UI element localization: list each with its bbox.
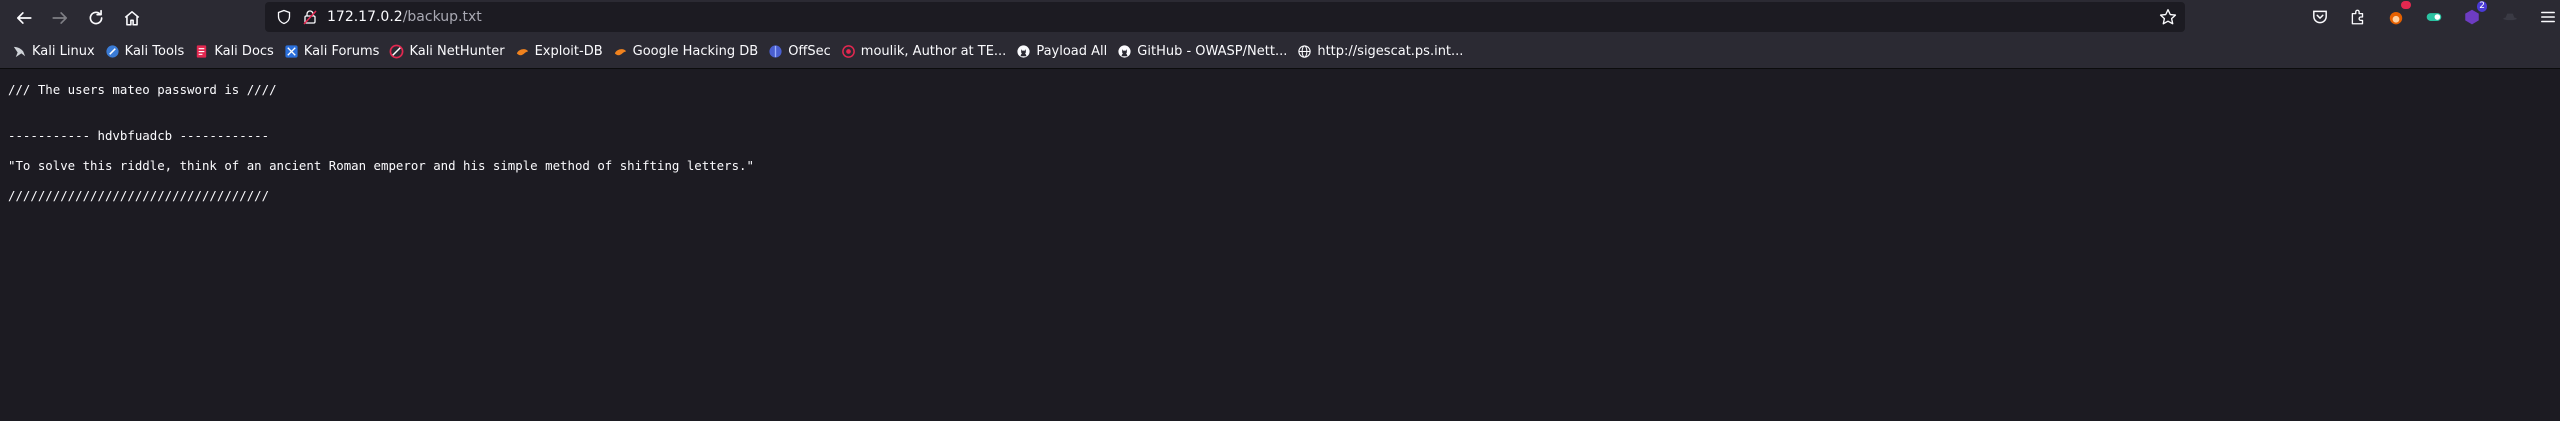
pocket-button[interactable]	[2306, 3, 2334, 31]
bookmark-label: Exploit-DB	[534, 44, 603, 59]
bookmarks-toolbar: Kali Linux Kali Tools Kali Docs Kali For…	[0, 35, 2560, 69]
wappalyzer-extension-button[interactable]: 2	[2458, 1, 2487, 31]
url-host: 172.17.0.2	[327, 9, 403, 25]
bookmark-google-hacking-db[interactable]: Google Hacking DB	[611, 39, 765, 65]
bookmark-label: http://sigescat.ps.int...	[1317, 44, 1464, 59]
bookmark-kali-docs[interactable]: Kali Docs	[192, 39, 280, 65]
insecure-lock-icon[interactable]	[301, 8, 319, 26]
bookmark-kali-linux[interactable]: Kali Linux	[10, 39, 101, 65]
bookmark-label: Kali Tools	[124, 44, 185, 59]
bookmark-label: moulik, Author at TE...	[860, 44, 1007, 59]
bookmark-label: Kali Linux	[32, 44, 95, 59]
pocket-icon	[2313, 10, 2327, 24]
bookmark-github-owasp[interactable]: GitHub - OWASP/Nett...	[1115, 39, 1293, 65]
text-line: ----------- hdvbfuadcb ------------	[8, 127, 270, 143]
foxyproxy-extension-button[interactable]	[2382, 1, 2411, 31]
toolbar-right-icons: 2	[2306, 1, 2560, 31]
url-text[interactable]: 172.17.0.2/backup.txt	[327, 9, 482, 25]
text-line: /// The users mateo password is ////	[8, 82, 277, 97]
bookmark-label: Kali Forums	[303, 44, 380, 59]
bookmark-offsec[interactable]: OffSec	[766, 39, 837, 65]
bookmark-moulik[interactable]: moulik, Author at TE...	[839, 39, 1013, 65]
bookmark-label: Payload All	[1036, 44, 1108, 59]
bookmark-label: OffSec	[788, 44, 831, 59]
ghdb-icon	[614, 49, 626, 56]
url-path: /backup.txt	[402, 9, 482, 25]
bookmark-label: Kali Docs	[214, 44, 274, 59]
text-document: /// The users mateo password is //// ---…	[8, 69, 2552, 204]
bookmark-label: Kali NetHunter	[409, 44, 505, 59]
cookie-extension-button[interactable]	[2420, 3, 2448, 31]
reload-button[interactable]	[82, 4, 110, 32]
globe-red-icon	[841, 45, 855, 58]
globe-icon	[1298, 45, 1312, 58]
arrow-right-icon	[52, 11, 68, 24]
kali-dragon-icon	[13, 46, 26, 58]
app-menu-button[interactable]	[2534, 3, 2560, 31]
bookmark-exploit-db[interactable]: Exploit-DB	[513, 39, 609, 65]
kali-docs-icon	[197, 45, 207, 58]
reload-icon	[89, 9, 103, 24]
bookmark-kali-forums[interactable]: Kali Forums	[282, 39, 386, 65]
kali-forums-icon	[285, 45, 298, 58]
home-icon	[124, 10, 140, 26]
bookmark-kali-nethunter[interactable]: Kali NetHunter	[387, 39, 510, 65]
nav-toolbar: 172.17.0.2/backup.txt 2	[0, 0, 2560, 35]
incognito-extension-button[interactable]	[2496, 3, 2524, 31]
bookmark-star-icon[interactable]	[2159, 8, 2177, 26]
text-line: "To solve this riddle, think of an ancie…	[8, 158, 754, 174]
hat-icon	[2503, 13, 2517, 21]
extensions-button[interactable]	[2344, 3, 2372, 31]
page-content: /// The users mateo password is //// ---…	[0, 69, 2560, 204]
arrow-left-icon	[16, 11, 32, 24]
text-line: ///////////////////////////////////	[8, 188, 270, 204]
offsec-icon	[769, 45, 782, 58]
kali-tools-icon	[106, 45, 119, 58]
home-button[interactable]	[118, 4, 146, 32]
bookmark-payload-all[interactable]: Payload All	[1014, 39, 1113, 65]
bookmark-label: Google Hacking DB	[632, 44, 759, 59]
hamburger-menu-icon	[2541, 11, 2555, 23]
bookmark-kali-tools[interactable]: Kali Tools	[103, 39, 191, 65]
puzzle-icon	[2351, 9, 2364, 25]
tracking-protection-shield-icon[interactable]	[275, 8, 293, 26]
github-icon	[1118, 45, 1131, 58]
bookmark-sigescat[interactable]: http://sigescat.ps.int...	[1295, 39, 1469, 65]
forward-button[interactable]	[46, 4, 74, 32]
toggle-extension-icon	[2426, 13, 2442, 21]
address-bar[interactable]: 172.17.0.2/backup.txt	[265, 2, 2185, 32]
exploit-db-icon	[516, 49, 528, 56]
extension-badge	[2401, 1, 2411, 9]
nethunter-icon	[390, 44, 404, 59]
bookmark-label: GitHub - OWASP/Nett...	[1137, 44, 1288, 59]
fox-icon	[2389, 11, 2403, 25]
back-button[interactable]	[10, 4, 38, 32]
extension-badge-count: 2	[2477, 1, 2487, 12]
github-icon	[1017, 45, 1030, 58]
